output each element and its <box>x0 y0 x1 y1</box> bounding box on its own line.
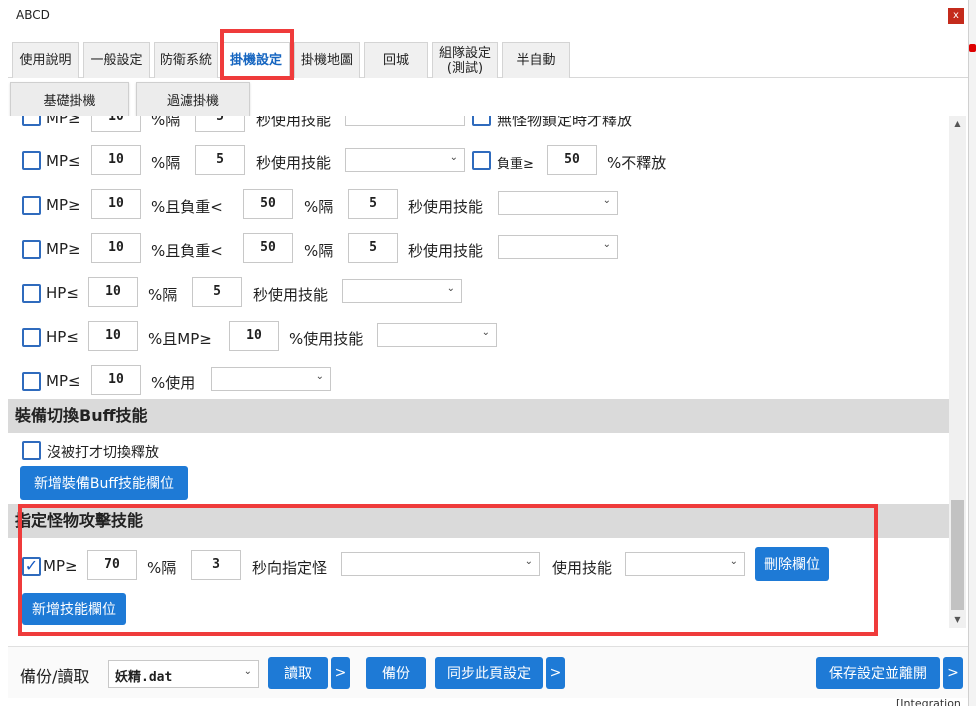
chevron-down-icon: ⌄ <box>602 239 611 250</box>
tab-general[interactable]: 一般設定 <box>83 42 150 78</box>
row1-interval-input[interactable]: 5 <box>195 145 245 175</box>
row5-hp-label: HP≤ <box>46 328 79 346</box>
sync-page-button[interactable]: 同步此頁設定 <box>435 657 543 689</box>
row6-mp-label: MP≤ <box>46 372 81 390</box>
row2-skill-label: 秒使用技能 <box>408 198 484 216</box>
row4-checkbox[interactable] <box>22 284 41 303</box>
chevron-down-icon: ⌄ <box>449 152 458 163</box>
tab-highlight-frame <box>220 29 294 80</box>
window-title: ABCD <box>16 8 50 22</box>
add-buff-field-button[interactable]: 新增裝備Buff技能欄位 <box>20 466 188 500</box>
read-more-button[interactable]: > <box>331 657 350 689</box>
chevron-down-icon: ⌄ <box>243 666 252 677</box>
row5-mp-input[interactable]: 10 <box>229 321 279 351</box>
background-red-icon <box>969 44 976 52</box>
row4-hp-label: HP≤ <box>46 284 79 302</box>
row3-mp-label: MP≥ <box>46 240 81 258</box>
row6-mp-input[interactable]: 10 <box>91 365 141 395</box>
tab-return-town[interactable]: 回城 <box>364 42 428 78</box>
backup-file-select[interactable]: 妖精.dat ⌄ <box>108 660 259 688</box>
tab-semi-auto[interactable]: 半自動 <box>502 42 570 78</box>
row2-load-label: %且負重< <box>151 198 223 216</box>
row0-skill-select[interactable] <box>345 116 465 126</box>
save-more-button[interactable]: > <box>943 657 963 689</box>
tab-afk-map[interactable]: 掛機地圖 <box>294 42 360 78</box>
row3-load-input[interactable]: 50 <box>243 233 293 263</box>
backup-file-value: 妖精.dat <box>115 670 173 685</box>
row2-interval-input[interactable]: 5 <box>348 189 398 219</box>
chevron-down-icon: ⌄ <box>602 195 611 206</box>
chevron-down-icon: ⌄ <box>481 327 490 338</box>
row2-mp-input[interactable]: 10 <box>91 189 141 219</box>
row6-use-label: %使用 <box>151 374 196 392</box>
row2-interval-label: %隔 <box>304 198 334 216</box>
row1-load-checkbox[interactable] <box>472 151 491 170</box>
scroll-down-icon[interactable]: ▼ <box>949 612 966 628</box>
row4-hp-input[interactable]: 10 <box>88 277 138 307</box>
title-bar <box>0 0 968 34</box>
row6-skill-select[interactable]: ⌄ <box>211 367 331 391</box>
tab-defense[interactable]: 防衛系統 <box>154 42 218 78</box>
row3-skill-label: 秒使用技能 <box>408 242 484 260</box>
row3-mp-input[interactable]: 10 <box>91 233 141 263</box>
backup-read-label: 備份/讀取 <box>20 667 90 686</box>
row0-mp-input[interactable]: 10 <box>91 116 141 132</box>
row1-interval-label: %隔 <box>151 154 181 172</box>
monster-section-highlight-frame <box>18 504 878 636</box>
row3-skill-select[interactable]: ⌄ <box>498 235 618 259</box>
row0-mp-label: MP≥ <box>46 116 81 127</box>
sync-more-button[interactable]: > <box>546 657 565 689</box>
row0-interval-input[interactable]: 5 <box>195 116 245 132</box>
row4-interval-input[interactable]: 5 <box>192 277 242 307</box>
buff-checkbox-label: 沒被打才切換釋放 <box>47 445 159 461</box>
row1-mp-input[interactable]: 10 <box>91 145 141 175</box>
row2-load-input[interactable]: 50 <box>243 189 293 219</box>
row5-skill-select[interactable]: ⌄ <box>377 323 497 347</box>
row0-right-label: 無怪物鎖定時才釋放 <box>497 116 633 129</box>
row1-no-release-label: %不釋放 <box>607 154 667 172</box>
scroll-thumb[interactable] <box>951 500 964 610</box>
row1-checkbox[interactable] <box>22 151 41 170</box>
background-window-text: [Integration <box>832 697 972 706</box>
backup-button[interactable]: 備份 <box>366 657 426 689</box>
row1-load-input[interactable]: 50 <box>547 145 597 175</box>
row3-checkbox[interactable] <box>22 240 41 259</box>
row5-skill-label: %使用技能 <box>289 330 364 348</box>
row0-skill-label: 秒使用技能 <box>256 116 332 129</box>
buff-section-header: 裝備切換Buff技能 <box>8 399 949 433</box>
row0-checkbox[interactable] <box>22 116 41 126</box>
scroll-up-icon[interactable]: ▲ <box>949 116 966 132</box>
row1-skill-label: 秒使用技能 <box>256 154 332 172</box>
row4-skill-select[interactable]: ⌄ <box>342 279 462 303</box>
row3-load-label: %且負重< <box>151 242 223 260</box>
row2-mp-label: MP≥ <box>46 196 81 214</box>
row5-checkbox[interactable] <box>22 328 41 347</box>
subtab-filter[interactable]: 過濾掛機 <box>136 82 250 116</box>
row0-interval-label: %隔 <box>151 116 181 129</box>
row4-interval-label: %隔 <box>148 286 178 304</box>
row1-load-label: 負重≥ <box>497 157 534 172</box>
chevron-down-icon: ⌄ <box>315 371 324 382</box>
row1-mp-label: MP≤ <box>46 152 81 170</box>
row2-skill-select[interactable]: ⌄ <box>498 191 618 215</box>
close-button[interactable]: x <box>948 8 964 24</box>
row4-skill-label: 秒使用技能 <box>253 286 329 304</box>
background-window-strip <box>968 0 976 706</box>
row2-checkbox[interactable] <box>22 196 41 215</box>
background-window-label: [Integration <box>896 697 961 706</box>
tab-instructions[interactable]: 使用說明 <box>12 42 79 78</box>
row3-interval-input[interactable]: 5 <box>348 233 398 263</box>
subtab-basic[interactable]: 基礎掛機 <box>10 82 129 116</box>
chevron-down-icon: ⌄ <box>446 283 455 294</box>
buff-checkbox[interactable] <box>22 441 41 460</box>
row5-mp-label: %且MP≥ <box>148 330 212 348</box>
row5-hp-input[interactable]: 10 <box>88 321 138 351</box>
row3-interval-label: %隔 <box>304 242 334 260</box>
save-and-exit-button[interactable]: 保存設定並離開 <box>816 657 940 689</box>
row6-checkbox[interactable] <box>22 372 41 391</box>
tab-party[interactable]: 組隊設定 (測試) <box>432 42 498 78</box>
row1-skill-select[interactable]: ⌄ <box>345 148 465 172</box>
row0-right-checkbox[interactable] <box>472 116 491 126</box>
read-button[interactable]: 讀取 <box>268 657 328 689</box>
